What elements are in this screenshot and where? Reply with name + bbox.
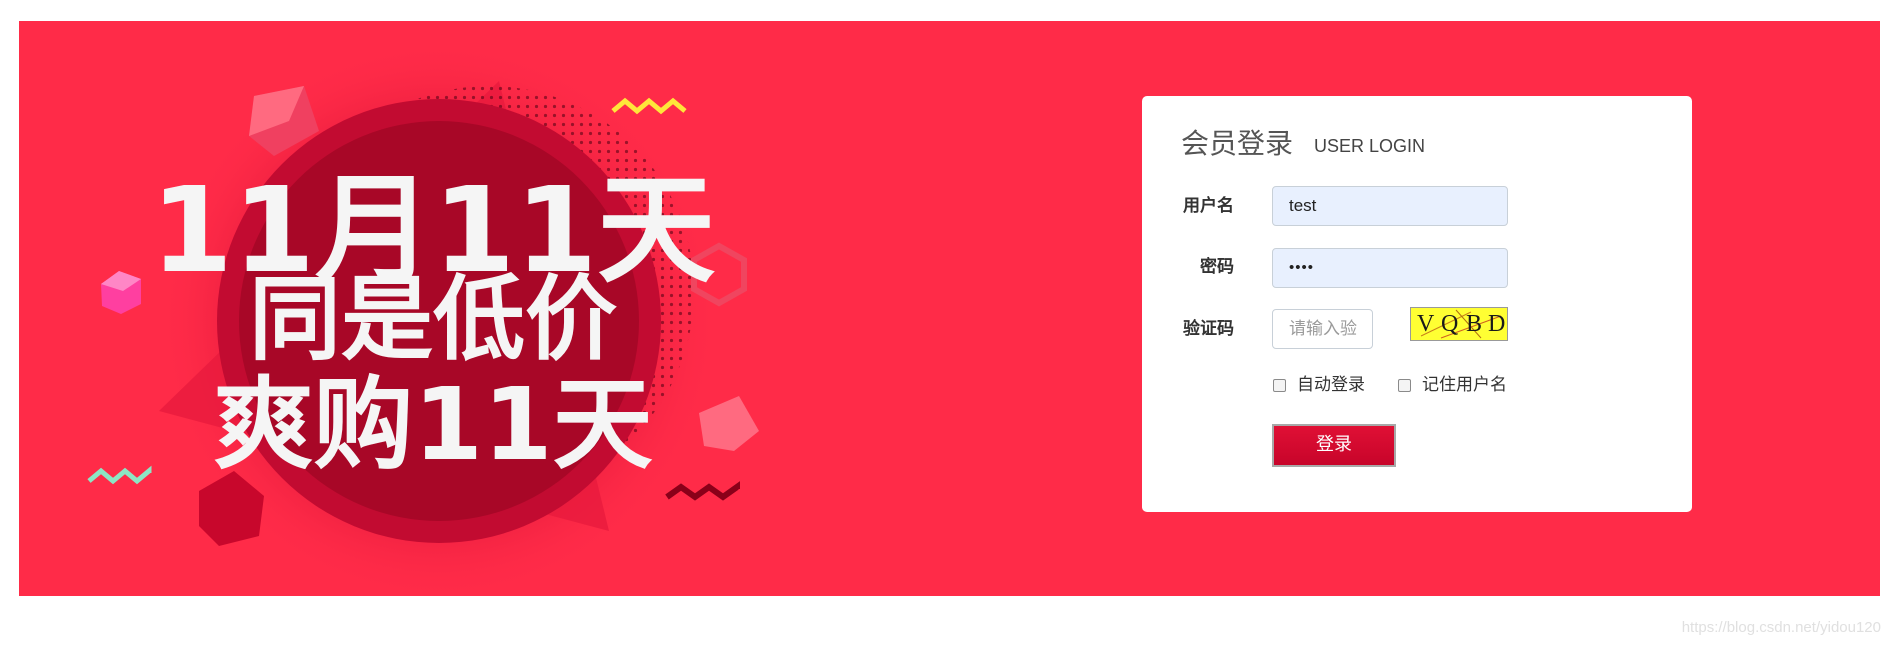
hero-banner: 11月11天 同是低价 爽购11天 会员登录 USER LOGIN 用户名 te…	[19, 21, 1880, 596]
captcha-input[interactable]: 请输入验	[1272, 309, 1373, 349]
login-title: 会员登录	[1181, 127, 1294, 160]
watermark: https://blog.csdn.net/yidou120	[1681, 619, 1881, 636]
username-input[interactable]: test	[1272, 186, 1508, 226]
login-subtitle: USER LOGIN	[1314, 136, 1426, 156]
username-label: 用户名	[1183, 196, 1234, 216]
login-panel: 会员登录 USER LOGIN 用户名 test 密码 •••• 验证码 请输入…	[1142, 96, 1692, 512]
captcha-image[interactable]: V Q B D	[1410, 307, 1508, 341]
promo-line-3: 爽购11天	[213, 366, 652, 483]
captcha-char: Q	[1441, 311, 1459, 337]
captcha-label: 验证码	[1183, 319, 1234, 339]
remember-username-label[interactable]: 记住用户名	[1422, 373, 1507, 397]
remember-username-checkbox[interactable]	[1398, 379, 1411, 392]
captcha-char: D	[1488, 311, 1506, 337]
login-submit-button[interactable]: 登录	[1272, 424, 1396, 467]
captcha-char: V	[1417, 311, 1435, 337]
password-input[interactable]: ••••	[1272, 248, 1508, 288]
auto-login-checkbox[interactable]	[1273, 379, 1286, 392]
auto-login-label[interactable]: 自动登录	[1297, 373, 1365, 397]
password-label: 密码	[1200, 257, 1234, 277]
promo-line-2: 同是低价	[249, 266, 617, 373]
captcha-char: B	[1466, 311, 1483, 337]
promo-artwork: 11月11天 同是低价 爽购11天	[87, 41, 759, 596]
